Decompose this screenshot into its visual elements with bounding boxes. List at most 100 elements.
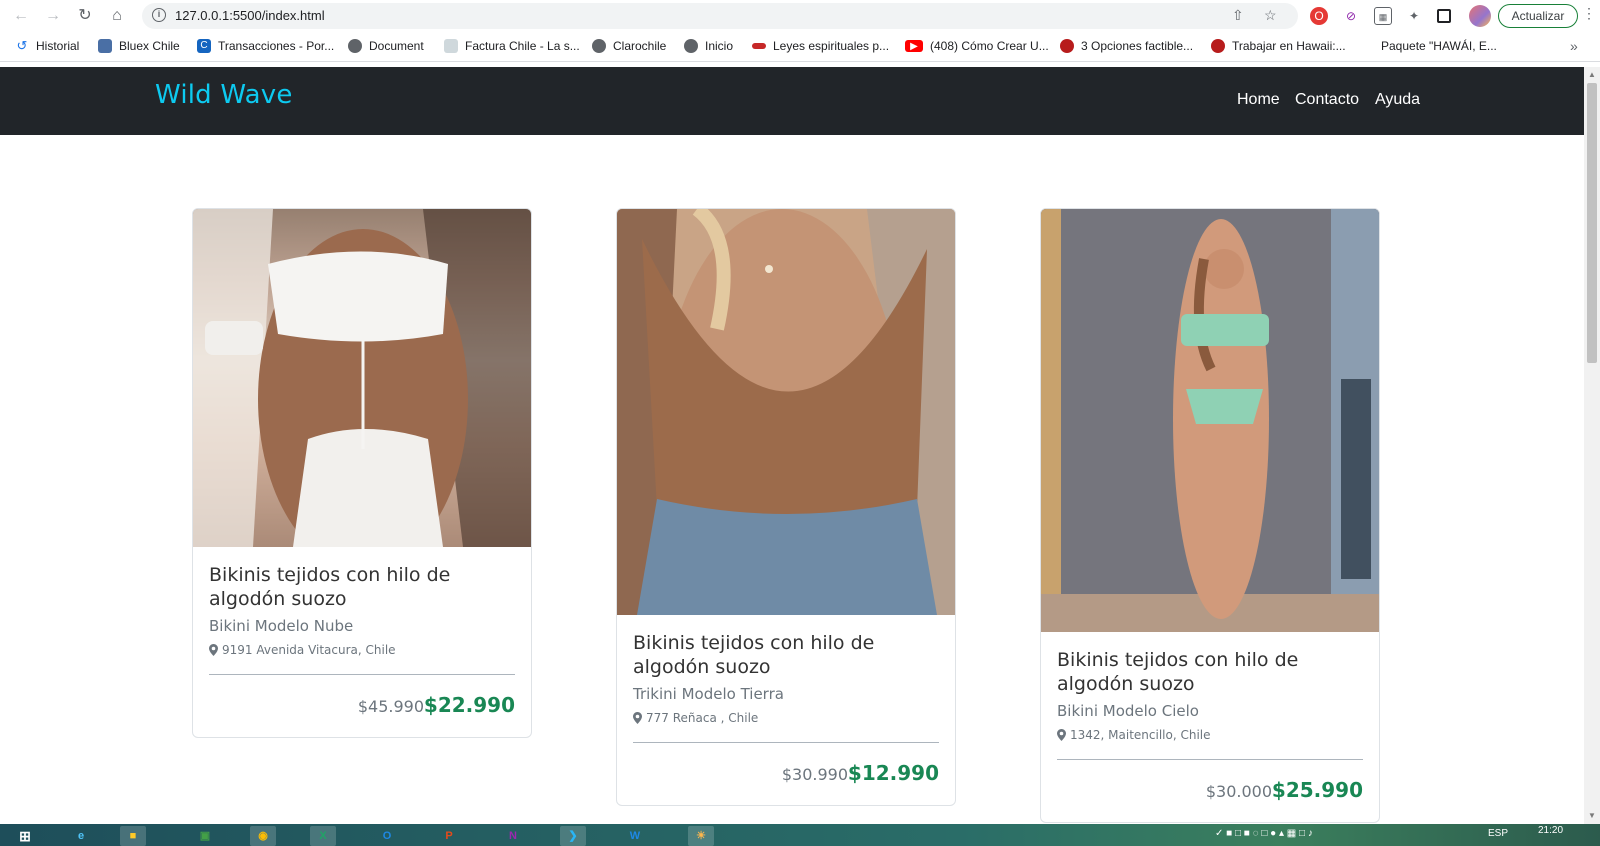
bookmark-inicio[interactable]: Inicio <box>684 39 733 53</box>
powerpoint-icon[interactable]: P <box>436 826 462 846</box>
language-indicator[interactable]: ESP <box>1488 828 1508 839</box>
globe-icon <box>592 39 606 53</box>
hawaii-icon <box>1211 39 1225 53</box>
product-location: 1342, Maitencillo, Chile <box>1057 728 1363 742</box>
paint-icon[interactable]: ☀ <box>688 826 714 846</box>
transacciones-icon: C <box>197 39 211 53</box>
bookmark-bluex[interactable]: Bluex Chile <box>98 39 180 53</box>
bookmark-factura[interactable]: Factura Chile - La s... <box>444 39 580 53</box>
nav-home-link[interactable]: Home <box>1237 91 1280 109</box>
block-extension-icon[interactable]: ⊘ <box>1342 7 1360 25</box>
map-pin-icon <box>1057 729 1066 741</box>
chrome-icon[interactable]: ◉ <box>250 826 276 846</box>
scroll-down-icon[interactable]: ▼ <box>1588 811 1596 820</box>
price-row: $30.990 $12.990 <box>617 743 955 805</box>
outlook-icon[interactable]: O <box>374 826 400 846</box>
bookmark-hawaii[interactable]: Trabajar en Hawaii:... <box>1211 39 1346 53</box>
bookmark-historial[interactable]: ↺ Historial <box>15 38 80 54</box>
onenote-icon[interactable]: N <box>500 826 526 846</box>
bookmark-transacciones[interactable]: C Transacciones - Por... <box>197 39 334 53</box>
scroll-up-icon[interactable]: ▲ <box>1588 70 1596 79</box>
youtube-icon: ▶ <box>905 40 923 52</box>
bikini-photo-graphic <box>1041 209 1379 632</box>
product-image <box>617 209 955 615</box>
windows-taskbar: ⊞ e ■ ▣ ◉ X O P N ❯ W ☀ ✓ ■ □ ■ ◌ □ ● ▴ … <box>0 824 1600 846</box>
product-title: Bikinis tejidos con hilo de algodón suoz… <box>633 632 875 678</box>
store-icon[interactable]: ▣ <box>192 826 218 846</box>
sale-price: $25.990 <box>1271 778 1363 802</box>
old-price: $30.990 <box>781 765 848 784</box>
page-scrollbar[interactable]: ▲ ▼ <box>1584 67 1600 824</box>
history-icon: ↺ <box>16 38 28 53</box>
bookmark-leyes[interactable]: Leyes espirituales p... <box>752 39 889 53</box>
site-info-icon[interactable]: i <box>152 8 166 22</box>
scroll-thumb[interactable] <box>1587 83 1597 363</box>
more-bookmarks-icon[interactable]: » <box>1570 38 1578 54</box>
price-row: $45.990 $22.990 <box>193 675 531 737</box>
product-image <box>1041 209 1379 632</box>
qr-extension-icon[interactable]: ▦ <box>1374 7 1392 25</box>
opciones-icon <box>1060 39 1074 53</box>
old-price: $30.000 <box>1205 782 1272 801</box>
bookmark-star-icon[interactable]: ☆ <box>1264 7 1277 24</box>
sale-price: $12.990 <box>847 761 939 785</box>
windows-start-icon[interactable]: ⊞ <box>12 826 38 846</box>
word-icon[interactable]: W <box>622 826 648 846</box>
product-image <box>193 209 531 547</box>
menu-kebab-icon[interactable]: ⋮ <box>1582 5 1596 22</box>
bookmark-document[interactable]: Document <box>348 39 424 53</box>
opera-extension-icon[interactable]: O <box>1310 7 1328 25</box>
product-location: 9191 Avenida Vitacura, Chile <box>209 643 515 657</box>
reload-icon[interactable]: ↻ <box>75 6 95 26</box>
brand-logo[interactable]: Wild Wave <box>155 80 293 110</box>
nav-contacto-link[interactable]: Contacto <box>1295 91 1359 109</box>
excel-icon[interactable]: X <box>310 826 336 846</box>
location-text: 9191 Avenida Vitacura, Chile <box>222 643 396 657</box>
clock-time[interactable]: 21:20 <box>1538 825 1563 836</box>
bluex-icon <box>98 39 112 53</box>
location-text: 777 Reñaca , Chile <box>646 711 759 725</box>
bookmark-paquete[interactable]: Paquete "HAWÁI, E... <box>1360 39 1497 53</box>
leyes-icon <box>752 43 766 49</box>
home-icon[interactable]: ⌂ <box>107 6 127 26</box>
product-model: Bikini Modelo Nube <box>209 617 354 635</box>
sale-price: $22.990 <box>423 693 515 717</box>
update-button[interactable]: Actualizar <box>1498 4 1578 28</box>
product-card[interactable]: Bikinis tejidos con hilo de algodón suoz… <box>616 208 956 806</box>
map-pin-icon <box>209 644 218 656</box>
price-row: $30.000 $25.990 <box>1041 760 1379 822</box>
product-card[interactable]: Bikinis tejidos con hilo de algodón suoz… <box>1040 208 1380 823</box>
profile-avatar[interactable] <box>1469 5 1491 27</box>
bookmark-clarochile[interactable]: Clarochile <box>592 39 666 53</box>
nav-ayuda-link[interactable]: Ayuda <box>1375 91 1420 109</box>
address-bar[interactable]: i 127.0.0.1:5500/index.html ⇧ ☆ <box>142 3 1298 29</box>
bookmark-opciones[interactable]: 3 Opciones factible... <box>1060 39 1193 53</box>
file-explorer-icon[interactable]: ■ <box>120 826 146 846</box>
product-card[interactable]: Bikinis tejidos con hilo de algodón suoz… <box>192 208 532 738</box>
product-model: Bikini Modelo Cielo <box>1057 702 1199 720</box>
bookmarks-bar: ↺ Historial Bluex Chile C Transacciones - … <box>0 32 1600 62</box>
share-icon[interactable]: ⇧ <box>1232 7 1244 24</box>
old-price: $45.990 <box>357 697 424 716</box>
page-viewport: Wild Wave Home Contacto Ayuda Bikinis te… <box>0 67 1584 824</box>
browser-toolbar: ← → ↻ ⌂ i 127.0.0.1:5500/index.html ⇧ ☆ … <box>0 0 1600 32</box>
bookmark-youtube[interactable]: ▶ (408) Cómo Crear U... <box>905 39 1049 53</box>
url-text[interactable]: 127.0.0.1:5500/index.html <box>175 8 325 23</box>
factura-icon <box>444 39 458 53</box>
forward-icon[interactable]: → <box>43 6 63 26</box>
extensions-puzzle-icon[interactable]: ✦ <box>1405 7 1423 25</box>
product-location: 777 Reñaca , Chile <box>633 711 939 725</box>
back-icon[interactable]: ← <box>11 6 31 26</box>
tray-icons[interactable]: ✓ ■ □ ■ ◌ □ ● ▴ ▦ □ ♪ <box>1215 828 1313 839</box>
vscode-icon[interactable]: ❯ <box>560 826 586 846</box>
paquete-icon <box>1360 39 1374 53</box>
globe-icon <box>348 39 362 53</box>
trikini-photo-graphic <box>617 209 955 615</box>
location-text: 1342, Maitencillo, Chile <box>1070 728 1211 742</box>
edge-icon[interactable]: e <box>68 826 94 846</box>
product-title: Bikinis tejidos con hilo de algodón suoz… <box>209 564 451 610</box>
globe-icon <box>684 39 698 53</box>
product-title: Bikinis tejidos con hilo de algodón suoz… <box>1057 649 1299 695</box>
side-panel-icon[interactable] <box>1437 9 1451 23</box>
product-model: Trikini Modelo Tierra <box>633 685 784 703</box>
